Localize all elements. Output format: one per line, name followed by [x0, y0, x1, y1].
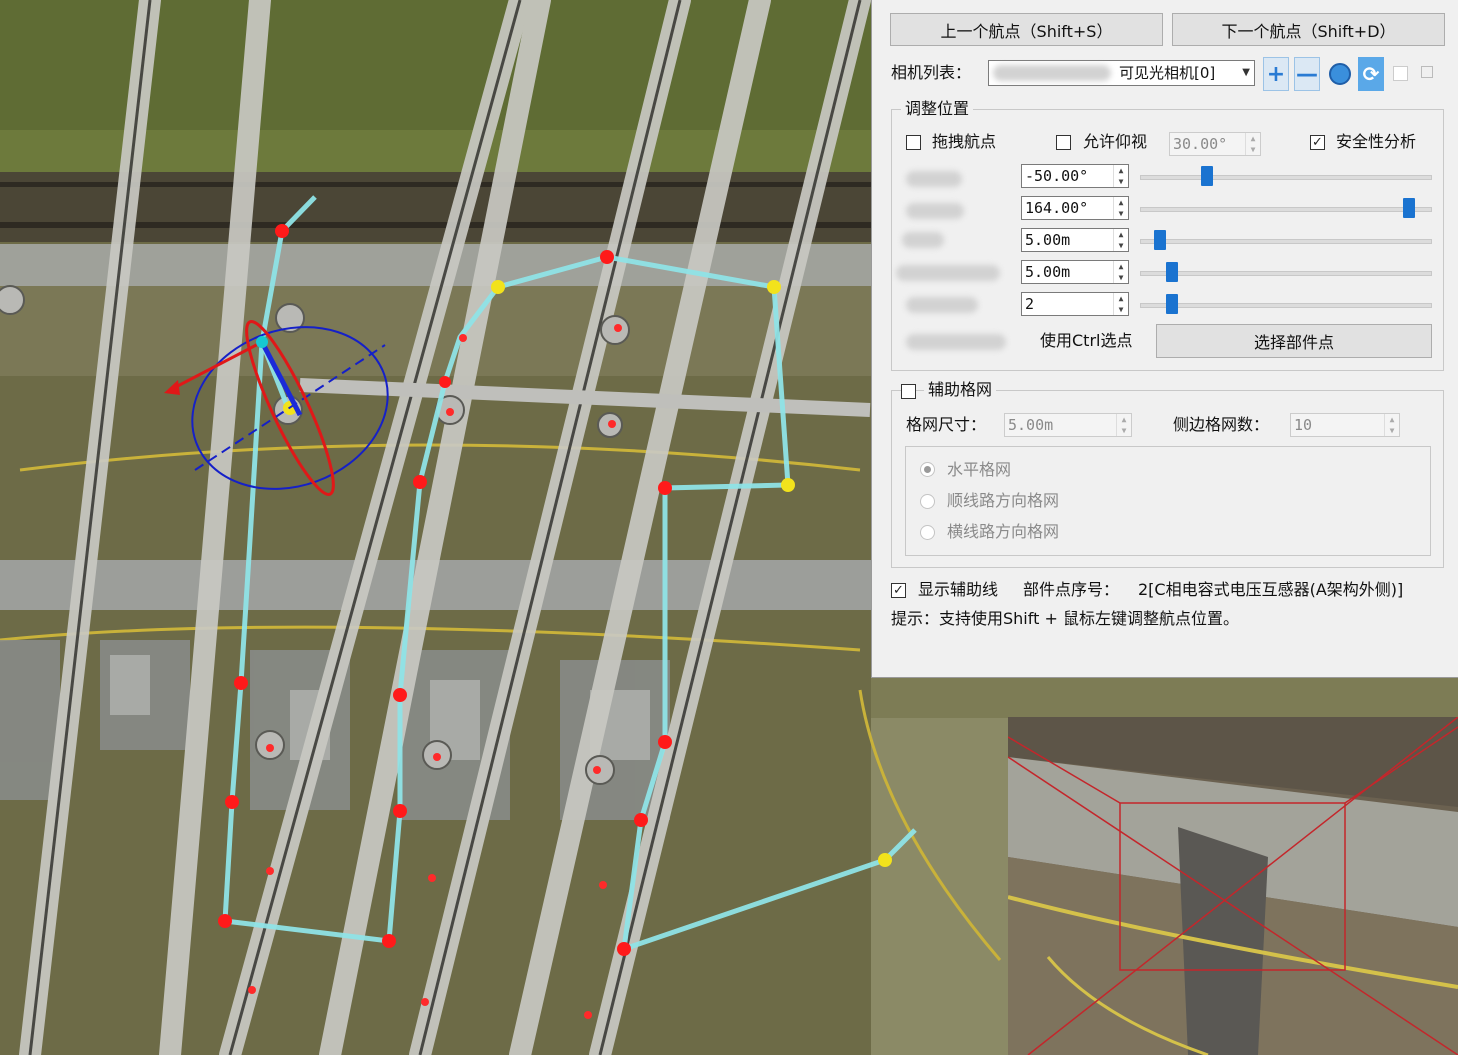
add-camera-button[interactable]: + — [1263, 57, 1289, 91]
camera-option-checkbox[interactable] — [1393, 66, 1408, 81]
usage-hint: 提示：支持使用Shift + 鼠标左键调整航点位置。 — [891, 609, 1239, 628]
grid-size-input[interactable]: 5.00m ▲ ▼ — [1004, 413, 1132, 437]
refresh-camera-button[interactable] — [1327, 57, 1353, 91]
sync-icon: ⟳ — [1362, 62, 1380, 86]
camera-list-label: 相机列表： — [891, 63, 972, 82]
slider-thumb[interactable] — [1402, 198, 1415, 218]
grid-type-box: 水平格网 顺线路方向格网 横线路方向格网 — [905, 446, 1431, 556]
along-line-grid-radio[interactable] — [920, 494, 935, 509]
remove-camera-button[interactable]: — — [1294, 57, 1320, 91]
redacted-label — [906, 171, 962, 187]
distance-slider[interactable] — [1140, 230, 1432, 250]
refresh-icon — [1329, 63, 1351, 85]
offset-input[interactable]: 5.00m ▲ ▼ — [1021, 260, 1129, 284]
pitch-angle-value: -50.00° — [1025, 167, 1089, 185]
show-aux-line-checkbox[interactable]: ✓ — [891, 583, 906, 598]
cross-line-grid-label: 横线路方向格网 — [947, 522, 1060, 541]
spin-arrows-icon[interactable]: ▲ ▼ — [1113, 261, 1128, 283]
auxiliary-grid-title: 辅助格网 — [924, 380, 997, 400]
redacted-camera-name — [993, 65, 1111, 81]
adjust-position-group: 调整位置 拖拽航点 允许仰视 30.00° ▲ ▼ ✓ 安全性分析 -50.00° ▲… — [891, 99, 1444, 371]
road-band-right — [871, 678, 1011, 1055]
camera-list-select[interactable]: 可见光相机[0] ▼ — [988, 60, 1255, 86]
safety-analysis-label: 安全性分析 — [1336, 132, 1417, 151]
safety-analysis-checkbox[interactable]: ✓ — [1310, 135, 1325, 150]
grid-size-value: 5.00m — [1008, 416, 1054, 434]
spin-arrows-icon[interactable]: ▲ ▼ — [1116, 414, 1131, 436]
slider-thumb[interactable] — [1166, 294, 1179, 314]
spin-arrows-icon[interactable]: ▲ ▼ — [1245, 133, 1260, 155]
slider-thumb[interactable] — [1166, 262, 1179, 282]
ctrl-select-hint: 使用Ctrl选点 — [1040, 331, 1133, 350]
spin-arrows-icon[interactable]: ▲ ▼ — [1113, 197, 1128, 219]
plus-icon: + — [1266, 61, 1286, 87]
heading-angle-input[interactable]: 164.00° ▲ ▼ — [1021, 196, 1129, 220]
select-part-point-button[interactable]: 选择部件点 — [1156, 324, 1432, 358]
spin-arrows-icon[interactable]: ▲ ▼ — [1113, 165, 1128, 187]
drag-waypoint-checkbox[interactable] — [906, 135, 921, 150]
count-input[interactable]: 2 ▲ ▼ — [1021, 292, 1129, 316]
part-point-index-value: 2[C相电容式电压互感器(A架构外侧)] — [1138, 580, 1404, 599]
show-aux-line-label: 显示辅助线 — [918, 580, 999, 599]
allow-upward-checkbox[interactable] — [1056, 135, 1071, 150]
distance-input[interactable]: 5.00m ▲ ▼ — [1021, 228, 1129, 252]
copy-icon — [1421, 66, 1433, 78]
horizontal-grid-radio[interactable] — [920, 462, 935, 477]
adjust-position-title: 调整位置 — [901, 99, 974, 119]
cross-line-grid-radio[interactable] — [920, 525, 935, 540]
distance-value: 5.00m — [1025, 231, 1071, 249]
side-grid-count-label: 侧边格网数： — [1173, 415, 1270, 434]
slider-thumb[interactable] — [1154, 230, 1167, 250]
waypoint-adjust-panel: 上一个航点（Shift+S） 下一个航点（Shift+D） 相机列表： 可见光相… — [871, 0, 1458, 678]
camera-selected-value: 可见光相机[0] — [1119, 64, 1216, 82]
auxiliary-grid-group: 辅助格网 格网尺寸： 5.00m ▲ ▼ 侧边格网数： 10 ▲ ▼ 水平格网 顺线路方… — [891, 380, 1444, 568]
auxiliary-grid-checkbox[interactable] — [901, 384, 916, 399]
count-value: 2 — [1025, 295, 1035, 313]
offset-value: 5.00m — [1025, 263, 1071, 281]
spin-arrows-icon[interactable]: ▲ ▼ — [1113, 229, 1128, 251]
upward-angle-value: 30.00° — [1173, 135, 1228, 153]
redacted-label — [906, 334, 1006, 350]
spin-arrows-icon[interactable]: ▲ ▼ — [1113, 293, 1128, 315]
heading-angle-slider[interactable] — [1140, 198, 1432, 218]
redacted-label — [906, 203, 964, 219]
allow-upward-label: 允许仰视 — [1083, 132, 1148, 151]
grid-size-label: 格网尺寸： — [906, 415, 987, 434]
pitch-angle-slider[interactable] — [1140, 166, 1432, 186]
part-point-index-label: 部件点序号： — [1023, 580, 1120, 599]
side-grid-count-input[interactable]: 10 ▲ ▼ — [1290, 413, 1400, 437]
next-waypoint-button[interactable]: 下一个航点（Shift+D） — [1172, 13, 1445, 46]
drag-waypoint-label: 拖拽航点 — [932, 132, 997, 151]
along-line-grid-label: 顺线路方向格网 — [947, 491, 1060, 510]
redacted-label — [896, 265, 1000, 281]
upward-angle-input[interactable]: 30.00° ▲ ▼ — [1169, 132, 1261, 156]
redacted-label — [902, 232, 944, 248]
slider-thumb[interactable] — [1201, 166, 1214, 186]
minus-icon: — — [1296, 61, 1318, 87]
chevron-down-icon: ▼ — [1242, 67, 1250, 78]
horizontal-grid-label: 水平格网 — [947, 460, 1012, 479]
side-grid-count-value: 10 — [1294, 416, 1313, 434]
heading-angle-value: 164.00° — [1025, 199, 1089, 217]
offset-slider[interactable] — [1140, 262, 1432, 282]
camera-preview — [1008, 717, 1458, 1055]
pitch-angle-input[interactable]: -50.00° ▲ ▼ — [1021, 164, 1129, 188]
sync-camera-button[interactable]: ⟳ — [1358, 57, 1384, 91]
spin-arrows-icon[interactable]: ▲ ▼ — [1384, 414, 1399, 436]
redacted-label — [906, 297, 978, 313]
prev-waypoint-button[interactable]: 上一个航点（Shift+S） — [890, 13, 1163, 46]
count-slider[interactable] — [1140, 294, 1432, 314]
